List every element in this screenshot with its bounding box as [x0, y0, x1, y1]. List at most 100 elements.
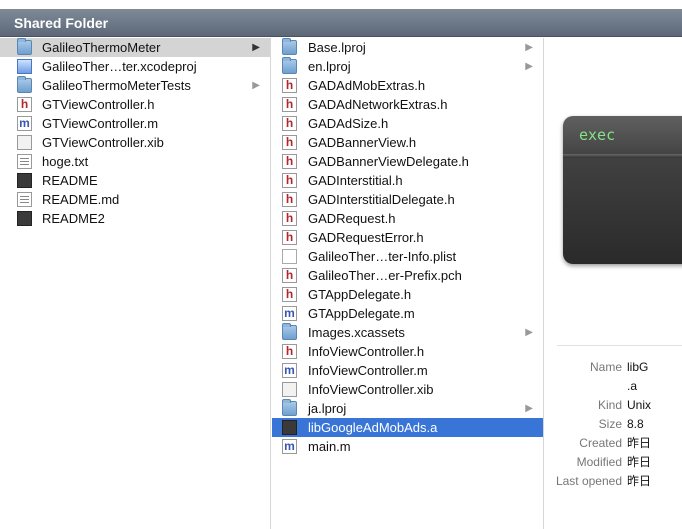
xcode-project-icon	[17, 59, 32, 74]
info-value: Unix	[627, 398, 652, 412]
list-item-label: GADInterstitial.h	[308, 173, 403, 188]
list-item-label: GalileoThermoMeterTests	[42, 78, 191, 93]
info-label: Modified	[576, 455, 622, 469]
list-item[interactable]: GalileoTher…ter-Info.plist	[272, 247, 543, 266]
header-file-icon: h	[17, 97, 32, 112]
list-item[interactable]: h GADRequest.h	[272, 209, 543, 228]
header-file-icon: h	[282, 173, 297, 188]
list-item[interactable]: m GTAppDelegate.m	[272, 304, 543, 323]
list-item[interactable]: hoge.txt	[0, 152, 270, 171]
xib-file-icon	[282, 382, 297, 397]
exec-label: exec	[579, 126, 616, 144]
list-item-label: GTAppDelegate.m	[308, 306, 415, 321]
list-item-label: GalileoTher…ter.xcodeproj	[42, 59, 197, 74]
list-item-label: GTViewController.m	[42, 116, 159, 131]
info-label: Last opened	[555, 474, 622, 488]
list-item-label: GADBannerView.h	[308, 135, 417, 150]
list-item[interactable]: GalileoThermoMeterTests ▶	[0, 76, 270, 95]
info-value: 昨日	[627, 436, 652, 450]
info-label: Name	[589, 360, 622, 374]
list-item-label: GalileoThermoMeter	[42, 40, 161, 55]
info-value: 昨日	[627, 474, 652, 488]
list-item-label: GalileoTher…ter-Info.plist	[308, 249, 457, 264]
list-item[interactable]: README2	[0, 209, 270, 228]
list-item[interactable]: m main.m	[272, 437, 543, 456]
source-file-icon: m	[17, 116, 32, 131]
list-item[interactable]: m InfoViewController.m	[272, 361, 543, 380]
column-2[interactable]: Base.lproj ▶ en.lproj ▶ h GADAdMobExtras.h h GA…	[272, 38, 544, 529]
info-row: Size 8.8	[545, 415, 682, 434]
chevron-right-icon: ▶	[252, 42, 260, 53]
info-list: Name libG .a Kind Unix Size 8.8 Created 昨日 Modifi…	[545, 358, 682, 491]
list-item[interactable]: README.md	[0, 190, 270, 209]
list-item-label: ja.lproj	[308, 401, 347, 416]
info-row: Created 昨日	[545, 434, 682, 453]
list-item-label: GADAdNetworkExtras.h	[308, 97, 448, 112]
folder-icon	[282, 323, 297, 340]
list-item[interactable]: en.lproj ▶	[272, 57, 543, 76]
list-item[interactable]: h GADAdNetworkExtras.h	[272, 95, 543, 114]
list-item-label: InfoViewController.xib	[308, 382, 434, 397]
list-item[interactable]: h GADRequestError.h	[272, 228, 543, 247]
list-item-label: Images.xcassets	[308, 325, 405, 340]
info-value: 8.8	[627, 417, 644, 431]
list-item[interactable]: Base.lproj ▶	[272, 38, 543, 57]
list-item[interactable]: h GADBannerViewDelegate.h	[272, 152, 543, 171]
list-item-label: en.lproj	[308, 59, 351, 74]
folder-icon	[17, 38, 32, 55]
list-item-label: GADRequestError.h	[308, 230, 424, 245]
list-item[interactable]: GalileoThermoMeter ▶	[0, 38, 270, 57]
header-title: Shared Folder	[14, 15, 109, 31]
info-value: libG	[627, 360, 649, 374]
list-item[interactable]: h GADInterstitialDelegate.h	[272, 190, 543, 209]
info-row: Name libG	[545, 358, 682, 377]
folder-icon	[17, 76, 32, 93]
list-item[interactable]: h GADAdSize.h	[272, 114, 543, 133]
source-file-icon: m	[282, 363, 297, 378]
chevron-right-icon: ▶	[525, 327, 533, 338]
list-item[interactable]: h GTAppDelegate.h	[272, 285, 543, 304]
list-item-label: README2	[42, 211, 105, 226]
divider	[557, 345, 682, 346]
list-item[interactable]: Images.xcassets ▶	[272, 323, 543, 342]
list-item[interactable]: m GTViewController.m	[0, 114, 270, 133]
header-file-icon: h	[282, 97, 297, 112]
chevron-right-icon: ▶	[525, 61, 533, 72]
column-1[interactable]: GalileoThermoMeter ▶ GalileoTher…ter.xcode…	[0, 38, 271, 529]
list-item-label: GADBannerViewDelegate.h	[308, 154, 469, 169]
text-file-icon	[17, 154, 32, 169]
info-value: .a	[627, 379, 638, 393]
header-file-icon: h	[282, 116, 297, 131]
list-item-label: Base.lproj	[308, 40, 366, 55]
list-item-label: GTAppDelegate.h	[308, 287, 412, 302]
folder-icon	[282, 57, 297, 74]
list-item-label: README.md	[42, 192, 120, 207]
list-item-label: GTViewController.h	[42, 97, 155, 112]
executable-icon: exec	[563, 116, 682, 264]
info-row: Modified 昨日	[545, 453, 682, 472]
chevron-right-icon: ▶	[525, 42, 533, 53]
list-item[interactable]: h GADBannerView.h	[272, 133, 543, 152]
list-item[interactable]: h GalileoTher…er-Prefix.pch	[272, 266, 543, 285]
list-item-label: libGoogleAdMobAds.a	[308, 420, 438, 435]
executable-file-icon	[17, 173, 32, 188]
list-item[interactable]: h InfoViewController.h	[272, 342, 543, 361]
info-label: Size	[598, 417, 622, 431]
list-item[interactable]: libGoogleAdMobAds.a	[272, 418, 543, 437]
header-file-icon: h	[282, 78, 297, 93]
header-file-icon: h	[282, 230, 297, 245]
executable-file-icon	[282, 420, 297, 435]
plist-file-icon	[282, 249, 297, 264]
list-item[interactable]: README	[0, 171, 270, 190]
list-item[interactable]: ja.lproj ▶	[272, 399, 543, 418]
header-file-icon: h	[282, 268, 297, 283]
list-item[interactable]: h GTViewController.h	[0, 95, 270, 114]
list-item[interactable]: GTViewController.xib	[0, 133, 270, 152]
header-file-icon: h	[282, 211, 297, 226]
chevron-right-icon: ▶	[252, 80, 260, 91]
list-item[interactable]: InfoViewController.xib	[272, 380, 543, 399]
list-item[interactable]: GalileoTher…ter.xcodeproj	[0, 57, 270, 76]
list-item-label: GADRequest.h	[308, 211, 396, 226]
list-item[interactable]: h GADAdMobExtras.h	[272, 76, 543, 95]
list-item[interactable]: h GADInterstitial.h	[272, 171, 543, 190]
